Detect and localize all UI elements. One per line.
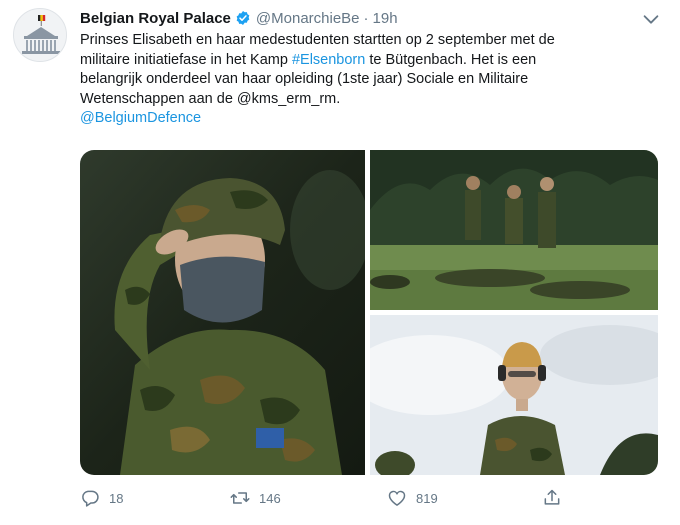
author-handle[interactable]: @MonarchieBe	[256, 10, 360, 27]
photo-field-exercise[interactable]	[370, 150, 658, 310]
retweet-button[interactable]: 146	[230, 484, 281, 512]
share-button[interactable]	[542, 484, 571, 512]
reply-count: 18	[109, 490, 124, 506]
tweet-text-line: militaire initiatiefase in het Kamp #Els…	[80, 51, 665, 71]
author-name[interactable]: Belgian Royal Palace	[80, 10, 231, 27]
photo-soldier-ear-protection[interactable]	[370, 315, 658, 475]
tweet-text-line: belangrijk onderdeel van haar opleiding …	[80, 71, 529, 87]
share-icon	[544, 489, 560, 505]
like-count: 819	[416, 490, 438, 506]
tweet-text-line: Prinses Elisabeth en haar medestudenten …	[80, 32, 555, 48]
like-button[interactable]: 819	[387, 484, 438, 512]
tweet-text-segment: te Bütgenbach. Het is een	[365, 51, 537, 68]
royal-palace-logo	[14, 9, 66, 61]
retweet-count: 146	[259, 490, 281, 506]
retweet-icon	[230, 492, 250, 504]
photo-saluting-soldier[interactable]	[80, 150, 365, 475]
tweet-text-segment: militaire initiatiefase in het Kamp	[80, 51, 292, 68]
mention-link[interactable]: @BelgiumDefence	[80, 109, 665, 129]
reply-icon	[82, 490, 99, 507]
tweet-text-line: Wetenschappen aan de @kms_erm_rm.	[80, 90, 341, 107]
hashtag-link[interactable]: #Elsenborn	[292, 52, 365, 68]
tweet-header: Belgian Royal Palace @MonarchieBe · 19h	[80, 8, 398, 28]
tweet-timestamp[interactable]: 19h	[373, 10, 398, 27]
action-bar: 18 146 819	[80, 484, 640, 512]
separator-dot: ·	[363, 9, 369, 27]
avatar[interactable]	[13, 8, 67, 62]
like-icon	[388, 490, 406, 506]
tweet[interactable]: Belgian Royal Palace @MonarchieBe · 19h …	[0, 0, 680, 525]
chevron-down-icon[interactable]	[640, 8, 662, 30]
tweet-text: Prinses Elisabeth en haar medestudenten …	[80, 31, 665, 129]
media-grid	[80, 150, 658, 475]
reply-button[interactable]: 18	[80, 484, 123, 512]
verified-badge-icon	[236, 11, 250, 25]
